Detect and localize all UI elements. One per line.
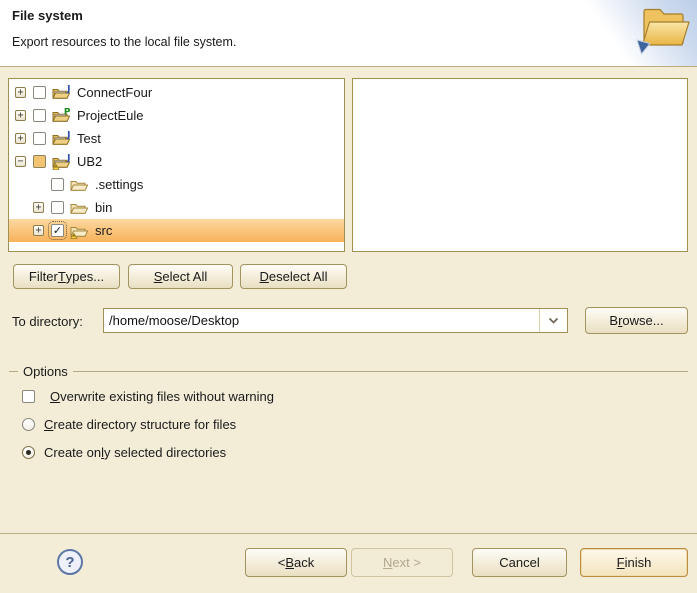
back-button[interactable]: < Back <box>245 548 347 577</box>
svg-text:J: J <box>66 131 70 141</box>
options-group-border <box>9 371 688 372</box>
tree-item[interactable]: + J Test <box>9 127 344 150</box>
svg-text:P: P <box>64 108 71 118</box>
create-structure-option[interactable]: Create directory structure for files <box>22 417 236 432</box>
tree-item-label: ConnectFour <box>77 85 152 100</box>
directory-input[interactable] <box>104 309 539 332</box>
tree-item[interactable]: .settings <box>9 173 344 196</box>
tree-expander-icon[interactable]: + <box>15 133 26 144</box>
to-directory-label: To directory: <box>12 314 83 329</box>
tree-expander-icon[interactable]: − <box>15 156 26 167</box>
tree-item[interactable]: − J UB2 <box>9 150 344 173</box>
deselect-all-button[interactable]: Deselect All <box>240 264 347 289</box>
tree-item[interactable]: + bin <box>9 196 344 219</box>
tree-expander-icon[interactable]: + <box>15 87 26 98</box>
tree-item-label: UB2 <box>77 154 102 169</box>
tree-expander-icon[interactable]: + <box>33 225 44 236</box>
next-button[interactable]: Next > <box>351 548 453 577</box>
folder-icon: J <box>52 85 72 101</box>
footer-separator <box>0 533 697 534</box>
tree-expander-icon[interactable]: + <box>33 202 44 213</box>
tree-item-label: .settings <box>95 177 143 192</box>
folder-icon: J <box>52 154 72 170</box>
directory-combo[interactable] <box>103 308 568 333</box>
tree-checkbox[interactable] <box>33 132 46 145</box>
tree-item-label: bin <box>95 200 112 215</box>
tree-expander-icon[interactable]: + <box>15 110 26 121</box>
svg-text:J: J <box>66 154 70 164</box>
folder-icon <box>70 177 90 193</box>
tree-checkbox[interactable]: ✓ <box>51 224 64 237</box>
svg-text:J: J <box>66 85 70 95</box>
only-selected-radio[interactable] <box>22 446 35 459</box>
folder-icon: P <box>52 108 72 124</box>
only-selected-option[interactable]: Create only selected directories <box>22 445 226 460</box>
folder-icon: J <box>52 131 72 147</box>
export-folder-icon <box>636 2 692 58</box>
resource-tree[interactable]: + J ConnectFour + P ProjectEule + J Test… <box>8 78 345 252</box>
tree-checkbox[interactable] <box>51 178 64 191</box>
tree-item[interactable]: + ✓ src <box>9 219 344 242</box>
export-wizard-dialog: File system Export resources to the loca… <box>0 0 697 593</box>
create-structure-radio[interactable] <box>22 418 35 431</box>
help-button[interactable]: ? <box>57 549 83 575</box>
folder-icon <box>70 223 90 239</box>
tree-item-label: src <box>95 223 112 238</box>
tree-item[interactable]: + P ProjectEule <box>9 104 344 127</box>
tree-item[interactable]: + J ConnectFour <box>9 81 344 104</box>
only-selected-label: Create only selected directories <box>44 445 226 460</box>
page-description: Export resources to the local file syste… <box>12 35 236 49</box>
create-structure-label: Create directory structure for files <box>44 417 236 432</box>
overwrite-option[interactable]: Overwrite existing files without warning <box>22 389 274 404</box>
overwrite-checkbox[interactable] <box>22 390 35 403</box>
question-icon: ? <box>65 554 74 571</box>
combo-dropdown-button[interactable] <box>539 309 567 332</box>
page-title: File system <box>12 8 83 23</box>
finish-button[interactable]: Finish <box>580 548 688 577</box>
tree-item-label: Test <box>77 131 101 146</box>
cancel-button[interactable]: Cancel <box>472 548 567 577</box>
chevron-down-icon <box>548 317 559 324</box>
tree-item-label: ProjectEule <box>77 108 143 123</box>
filter-types-button[interactable]: Filter Types... <box>13 264 120 289</box>
file-list-panel <box>352 78 688 252</box>
tree-checkbox[interactable] <box>33 86 46 99</box>
select-all-button[interactable]: Select All <box>128 264 233 289</box>
browse-button[interactable]: Browse... <box>585 307 688 334</box>
folder-icon <box>70 200 90 216</box>
tree-checkbox[interactable] <box>33 155 46 168</box>
tree-checkbox[interactable] <box>51 201 64 214</box>
wizard-banner: File system Export resources to the loca… <box>0 0 697 67</box>
overwrite-label: Overwrite existing files without warning <box>50 389 274 404</box>
tree-checkbox[interactable] <box>33 109 46 122</box>
options-group-title: Options <box>18 364 73 379</box>
